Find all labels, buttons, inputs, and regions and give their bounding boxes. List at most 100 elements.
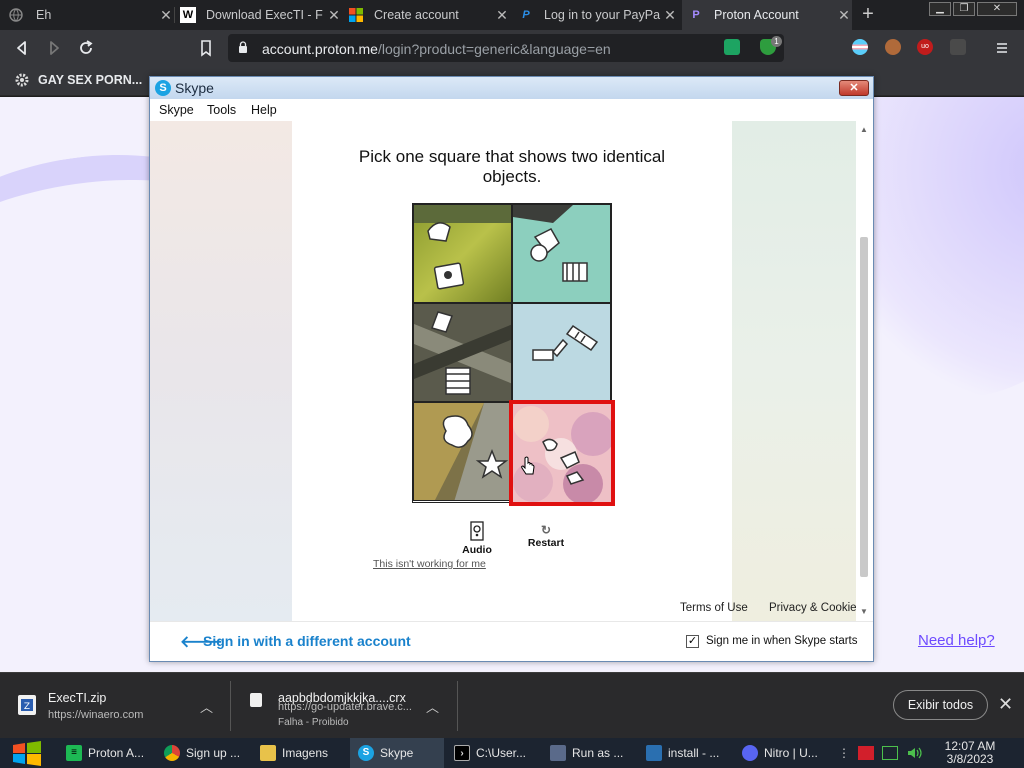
tab-create-account[interactable]: Create account ✕ — [348, 0, 510, 30]
close-button[interactable]: ✕ — [839, 80, 869, 96]
close-icon[interactable]: ✕ — [494, 7, 510, 24]
captcha-cell-1[interactable] — [413, 204, 512, 303]
bookmark-icon[interactable] — [196, 38, 216, 58]
close-icon[interactable]: ✕ — [662, 7, 678, 24]
download-source: https://go-updater.brave.c... — [278, 701, 412, 713]
privacy-link[interactable]: Privacy & Cookie — [769, 602, 856, 614]
minimize-window-button[interactable]: ▁ — [929, 2, 951, 16]
chrome-icon — [164, 745, 180, 761]
back-icon[interactable] — [12, 38, 32, 58]
volume-icon[interactable] — [906, 746, 922, 760]
discord-icon — [742, 745, 758, 761]
close-window-button[interactable]: ✕ — [977, 2, 1017, 16]
tab-eh[interactable]: Eh ✕ — [8, 0, 174, 30]
ublock-icon[interactable]: uo — [917, 39, 933, 55]
bookmark-item[interactable]: GAY SEX PORN... — [14, 72, 142, 88]
captcha-cell-2[interactable] — [512, 204, 611, 303]
run-icon — [550, 745, 566, 761]
scroll-down-icon[interactable]: ▼ — [860, 607, 868, 616]
windows-start-icon[interactable] — [10, 741, 44, 766]
speech-bubble-extension-icon[interactable] — [724, 39, 740, 55]
forward-icon[interactable] — [44, 38, 64, 58]
restore-window-button[interactable]: ❐ — [953, 2, 975, 16]
close-icon[interactable]: ✕ — [836, 7, 852, 24]
taskbar-item-proton[interactable]: ≡ Proton A... — [58, 738, 154, 768]
captcha-cell-6-selected[interactable] — [509, 400, 615, 506]
window-title: Skype — [175, 80, 214, 96]
skype-window: S Skype ✕ Skype Tools Help ▲ ▼ Pick one … — [149, 76, 874, 662]
download-status: Falha - Proibido — [278, 717, 349, 728]
avatar-extension-icon[interactable] — [885, 39, 901, 55]
taskbar-item-install[interactable]: install - ... — [638, 738, 732, 768]
taskbar-label: C:\User... — [476, 746, 527, 760]
menu-icon[interactable] — [992, 38, 1012, 58]
captcha-cell-5[interactable] — [413, 402, 512, 501]
proton-icon: P — [692, 9, 700, 21]
scroll-up-icon[interactable]: ▲ — [860, 125, 868, 134]
taskbar-label: Proton A... — [88, 746, 145, 760]
audio-button[interactable]: Audio — [460, 521, 494, 556]
taskbar-item-discord[interactable]: Nitro | U... — [734, 738, 828, 768]
downloads-bar: Z ExecTI.zip https://winaero.com ︿ aapbd… — [0, 672, 1024, 738]
globe-icon — [8, 7, 24, 23]
refresh-icon: ↻ — [540, 523, 552, 537]
file-icon — [250, 693, 262, 707]
close-icon[interactable]: ✕ — [998, 694, 1013, 715]
flag-extension-icon[interactable] — [852, 39, 868, 55]
sign-in-different-account-link[interactable]: Sign in with a different account — [203, 633, 411, 649]
extension-icon[interactable] — [950, 39, 966, 55]
scrollbar[interactable]: ▲ ▼ — [856, 121, 873, 621]
download-item[interactable]: Z ExecTI.zip https://winaero.com ︿ — [0, 673, 228, 739]
captcha-cell-4[interactable] — [512, 303, 611, 402]
taskbar-item-terminal[interactable]: › C:\User... — [446, 738, 538, 768]
menu-help[interactable]: Help — [251, 103, 277, 117]
taskbar-label: Nitro | U... — [764, 746, 818, 760]
flag-tray-icon[interactable] — [858, 746, 874, 760]
url-text: account.proton.me/login?product=generic&… — [262, 41, 611, 57]
restart-button[interactable]: ↻ Restart — [526, 523, 566, 549]
menu-tools[interactable]: Tools — [207, 103, 236, 117]
taskbar-label: Imagens — [282, 746, 329, 760]
hand-cursor-icon — [521, 456, 535, 475]
captcha-prompt: Pick one square that shows two identical… — [358, 147, 666, 186]
captcha-grid — [412, 203, 615, 506]
captcha-cell-3[interactable] — [413, 303, 512, 402]
tab-download-execti[interactable]: W Download ExecTI - F ✕ — [180, 0, 342, 30]
more-icon[interactable]: ⋮ — [836, 746, 852, 760]
skype-icon: S — [358, 745, 374, 761]
taskbar-item-chrome[interactable]: Sign up ... — [156, 738, 248, 768]
chevron-up-icon[interactable]: ︿ — [426, 697, 439, 716]
divider — [457, 681, 458, 731]
tab-divider — [174, 7, 175, 23]
not-working-link[interactable]: This isn't working for me — [373, 558, 486, 570]
extension-badge: 1 — [771, 36, 782, 47]
tab-paypal[interactable]: P Log in to your PayPa ✕ — [518, 0, 678, 30]
system-clock[interactable]: 12:07 AM 3/8/2023 — [928, 740, 1012, 766]
taskbar-label: install - ... — [668, 746, 720, 760]
download-source: https://winaero.com — [48, 709, 144, 721]
tab-proton-account[interactable]: P Proton Account ✕ — [682, 0, 852, 30]
network-tray-icon[interactable] — [882, 746, 898, 760]
taskbar-item-run-as[interactable]: Run as ... — [542, 738, 636, 768]
show-all-downloads-button[interactable]: Exibir todos — [893, 690, 988, 720]
bookmark-label: GAY SEX PORN... — [38, 73, 143, 87]
download-item[interactable]: aapbdbdomjkkjka....crx https://go-update… — [230, 673, 456, 739]
terminal-icon: › — [454, 745, 470, 761]
tab-title: Eh — [36, 8, 52, 22]
skype-logo-icon: S — [155, 80, 171, 96]
close-icon[interactable]: ✕ — [158, 7, 174, 24]
reload-icon[interactable] — [76, 38, 96, 58]
scrollbar-thumb[interactable] — [860, 237, 868, 577]
new-tab-button[interactable]: + — [858, 4, 878, 24]
terms-of-use-link[interactable]: Terms of Use — [680, 602, 748, 614]
menu-skype[interactable]: Skype — [159, 103, 194, 117]
tab-title: Log in to your PayPa — [544, 8, 661, 22]
right-panel — [732, 121, 856, 621]
taskbar-item-imagens[interactable]: Imagens — [254, 738, 346, 768]
chevron-up-icon[interactable]: ︿ — [200, 697, 213, 716]
taskbar-item-skype[interactable]: S Skype — [350, 738, 444, 768]
auto-sign-in-checkbox[interactable]: ✓ — [686, 635, 699, 648]
need-help-link[interactable]: Need help? — [918, 632, 995, 649]
close-icon[interactable]: ✕ — [326, 7, 342, 24]
address-bar[interactable]: account.proton.me/login?product=generic&… — [228, 34, 784, 62]
